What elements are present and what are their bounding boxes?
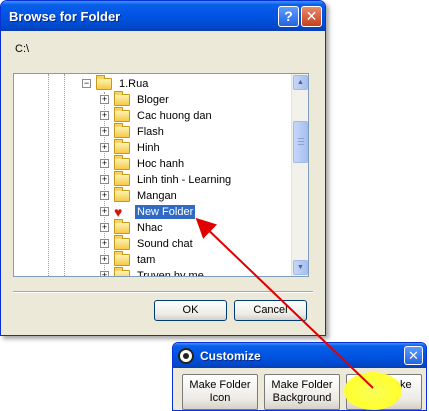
expand-icon[interactable]: + bbox=[100, 175, 109, 184]
folder-open-icon bbox=[96, 75, 112, 90]
customize-close-button[interactable]: ✕ bbox=[404, 346, 423, 365]
expand-icon[interactable]: + bbox=[100, 127, 109, 136]
close-button[interactable]: ✕ bbox=[301, 6, 322, 27]
folder-icon bbox=[114, 251, 130, 266]
browse-for-folder-dialog: Browse for Folder ? ✕ C:\ − 1.Rua + Blog… bbox=[0, 0, 326, 336]
customize-title: Customize bbox=[200, 349, 261, 363]
make-folder-icon-button[interactable]: Make Folder Icon bbox=[182, 374, 258, 410]
folder-icon bbox=[114, 235, 130, 250]
cancel-button[interactable]: Cancel bbox=[234, 300, 307, 321]
expand-icon[interactable]: + bbox=[100, 223, 109, 232]
tree-node-label: tam bbox=[137, 254, 156, 266]
tree-node-label: Linh tinh - Learning bbox=[137, 174, 232, 186]
button-label-line: Icon bbox=[209, 392, 231, 404]
tree-guide-line bbox=[48, 74, 49, 276]
expand-icon[interactable]: + bbox=[100, 207, 109, 216]
ok-button[interactable]: OK bbox=[154, 300, 227, 321]
make-folder-background-button[interactable]: Make Folder Background bbox=[264, 374, 340, 410]
scroll-up-icon[interactable]: ▲ bbox=[293, 75, 308, 90]
grip-line bbox=[298, 144, 304, 145]
button-label-line: Don't Make bbox=[356, 379, 412, 391]
app-logo-icon bbox=[178, 348, 194, 364]
expand-icon[interactable]: + bbox=[100, 271, 109, 276]
dont-make-folder-button[interactable]: Don't Make Folder bbox=[346, 374, 422, 410]
expand-icon[interactable]: + bbox=[100, 239, 109, 248]
folder-icon bbox=[114, 107, 130, 122]
expand-icon[interactable]: + bbox=[100, 143, 109, 152]
folder-icon bbox=[114, 187, 130, 202]
folder-icon bbox=[114, 219, 130, 234]
folder-icon bbox=[114, 91, 130, 106]
tree-node-label: Nhac bbox=[137, 222, 163, 234]
folder-tree[interactable]: − 1.Rua + Bloger + Cac huong dan + Flash… bbox=[13, 73, 309, 277]
dialog-title: Browse for Folder bbox=[9, 9, 121, 24]
heart-icon: ♥ bbox=[114, 204, 123, 220]
collapse-icon[interactable]: − bbox=[82, 79, 91, 88]
customize-title-bar[interactable]: Customize ✕ bbox=[173, 343, 426, 368]
scroll-thumb[interactable] bbox=[293, 121, 308, 163]
tree-node-label: New Folder bbox=[135, 205, 196, 219]
expand-icon[interactable]: + bbox=[100, 191, 109, 200]
folder-icon bbox=[114, 171, 130, 186]
tree-node-label: Mangan bbox=[137, 190, 177, 202]
folder-icon bbox=[114, 139, 130, 154]
button-label-line: Make Folder bbox=[189, 379, 251, 391]
button-label-line: Make Folder bbox=[271, 379, 333, 391]
tree-guide-line bbox=[64, 74, 65, 276]
tree-node-label: Sound chat bbox=[137, 238, 193, 250]
expand-icon[interactable]: + bbox=[100, 111, 109, 120]
tree-node-label: 1.Rua bbox=[119, 78, 149, 90]
grip-line bbox=[298, 141, 304, 142]
button-label-line: Background bbox=[272, 392, 332, 404]
expand-icon[interactable]: + bbox=[100, 95, 109, 104]
customize-toolbar: Customize ✕ Make Folder Icon Make Folder… bbox=[172, 342, 427, 411]
folder-icon bbox=[114, 123, 130, 138]
expand-icon[interactable]: + bbox=[100, 255, 109, 264]
folder-icon bbox=[114, 267, 130, 276]
divider bbox=[13, 291, 313, 293]
title-bar[interactable]: Browse for Folder ? ✕ bbox=[1, 1, 325, 31]
button-label-line: Folder bbox=[368, 392, 400, 404]
tree-node-label: Truyen hy me bbox=[137, 270, 204, 277]
grip-line bbox=[298, 138, 304, 139]
tree-node-label: Flash bbox=[137, 126, 164, 138]
tree-node-label: Bloger bbox=[137, 94, 169, 106]
expand-icon[interactable]: + bbox=[100, 159, 109, 168]
vertical-scrollbar[interactable]: ▲ ▼ bbox=[291, 74, 308, 276]
tree-node-label: Hinh bbox=[137, 142, 160, 154]
help-button[interactable]: ? bbox=[278, 6, 299, 27]
scroll-down-icon[interactable]: ▼ bbox=[293, 260, 308, 275]
current-path: C:\ bbox=[15, 43, 30, 55]
tree-node-label: Cac huong dan bbox=[137, 110, 212, 122]
tree-node-label: Hoc hanh bbox=[137, 158, 185, 170]
folder-icon bbox=[114, 155, 130, 170]
